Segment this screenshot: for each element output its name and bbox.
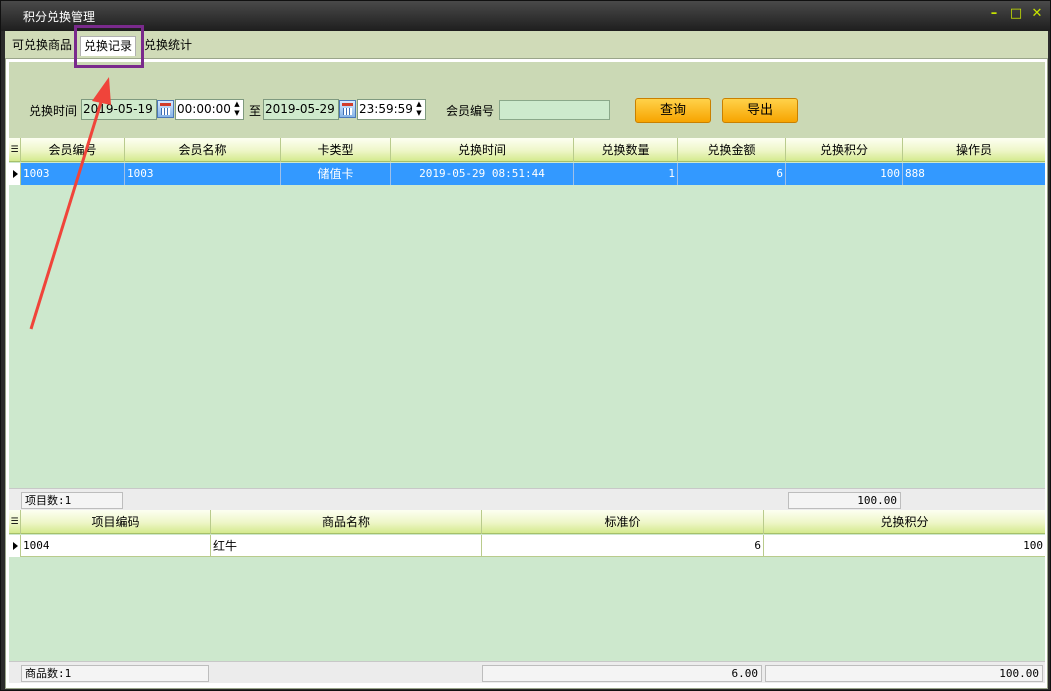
title-bar: 积分兑换管理 – □ ✕ [1,1,1050,31]
col-member-name[interactable]: 会员名称 [125,138,281,162]
cell-goods-name: 红牛 [211,535,482,557]
spin-up-icon[interactable]: ▲ [234,100,239,108]
cell-item-code: 1004 [21,535,211,557]
close-button[interactable]: ✕ [1029,6,1045,22]
records-grid-header: ☰ 会员编号 会员名称 卡类型 兑换时间 兑换数量 兑换金额 兑换积分 操作员 [9,138,1045,162]
calendar-icon[interactable] [339,100,356,118]
end-time-value: 23:59:59 [359,102,413,116]
column-chooser-icon[interactable]: ☰ [9,138,21,162]
column-chooser-icon[interactable]: ☰ [9,510,21,534]
highlight-box [74,25,144,68]
records-panel: 兑换时间 2019-05-19 00:00:00 ▲ ▼ 至 2019-05-29… [5,58,1048,689]
records-count: 项目数:1 [21,492,123,509]
col-card-type[interactable]: 卡类型 [281,138,391,162]
table-row[interactable]: 1003 1003 储值卡 2019-05-29 08:51:44 1 6 10… [9,163,1045,185]
items-count: 商品数:1 [21,665,209,682]
cell-exchange-amount: 6 [678,163,786,185]
cell-member-name: 1003 [125,163,281,185]
items-grid-header: ☰ 项目编码 商品名称 标准价 兑换积分 [9,510,1045,534]
filter-bar: 兑换时间 2019-05-19 00:00:00 ▲ ▼ 至 2019-05-29… [9,62,1045,138]
window-title: 积分兑换管理 [23,10,96,24]
col-member-id[interactable]: 会员编号 [21,138,125,162]
items-grid: ☰ 项目编码 商品名称 标准价 兑换积分 1004 红牛 6 100 [9,510,1045,661]
tab-bar: 可兑换商品 兑换记录 兑换统计 [5,31,1048,58]
spin-down-icon[interactable]: ▼ [234,109,239,117]
records-points-total: 100.00 [788,492,901,509]
tab-exchangeable-goods[interactable]: 可兑换商品 [9,36,75,56]
col-exchange-amount[interactable]: 兑换金额 [678,138,786,162]
end-date-input[interactable]: 2019-05-29 [263,99,339,120]
col-exchange-time[interactable]: 兑换时间 [391,138,574,162]
export-button[interactable]: 导出 [722,98,798,123]
member-id-label: 会员编号 [446,104,495,118]
start-time-spinner[interactable]: ▲ ▼ [231,100,243,119]
row-indicator-icon [9,163,21,185]
col-goods-name[interactable]: 商品名称 [211,510,482,534]
col-exchange-points[interactable]: 兑换积分 [786,138,903,162]
cell-exchange-time: 2019-05-29 08:51:44 [391,163,574,185]
start-time-input[interactable]: 00:00:00 ▲ ▼ [175,99,244,120]
items-footer: 商品数:1 6.00 100.00 [9,661,1045,683]
spin-up-icon[interactable]: ▲ [416,100,421,108]
records-footer: 项目数:1 100.00 [9,488,1045,510]
col-operator[interactable]: 操作员 [903,138,1045,162]
start-time-value: 00:00:00 [177,102,231,116]
query-button[interactable]: 查询 [635,98,711,123]
to-label: 至 [249,104,262,118]
cell-item-points: 100 [764,535,1045,557]
row-indicator-icon [9,535,21,557]
minimize-button[interactable]: – [986,6,1002,22]
col-standard-price[interactable]: 标准价 [482,510,764,534]
records-grid: ☰ 会员编号 会员名称 卡类型 兑换时间 兑换数量 兑换金额 兑换积分 操作员 … [9,138,1045,488]
items-price-total: 6.00 [482,665,762,682]
calendar-icon[interactable] [157,100,174,118]
spin-down-icon[interactable]: ▼ [416,109,421,117]
cell-exchange-qty: 1 [574,163,678,185]
cell-exchange-points: 100 [786,163,903,185]
cell-standard-price: 6 [482,535,764,557]
table-row[interactable]: 1004 红牛 6 100 [9,535,1045,557]
app-window: 积分兑换管理 – □ ✕ 可兑换商品 兑换记录 兑换统计 兑换时间 2019-0… [0,0,1051,691]
items-points-total: 100.00 [765,665,1043,682]
cell-card-type: 储值卡 [281,163,391,185]
end-time-spinner[interactable]: ▲ ▼ [413,100,425,119]
exchange-time-label: 兑换时间 [29,104,78,118]
cell-member-id: 1003 [21,163,125,185]
tab-exchange-statistics[interactable]: 兑换统计 [141,36,195,56]
member-id-input[interactable] [499,100,610,120]
start-date-input[interactable]: 2019-05-19 [81,99,157,120]
cell-operator: 888 [905,167,925,180]
end-time-input[interactable]: 23:59:59 ▲ ▼ [357,99,426,120]
maximize-button[interactable]: □ [1008,6,1024,22]
col-item-code[interactable]: 项目编码 [21,510,211,534]
col-item-points[interactable]: 兑换积分 [764,510,1045,534]
col-exchange-qty[interactable]: 兑换数量 [574,138,678,162]
